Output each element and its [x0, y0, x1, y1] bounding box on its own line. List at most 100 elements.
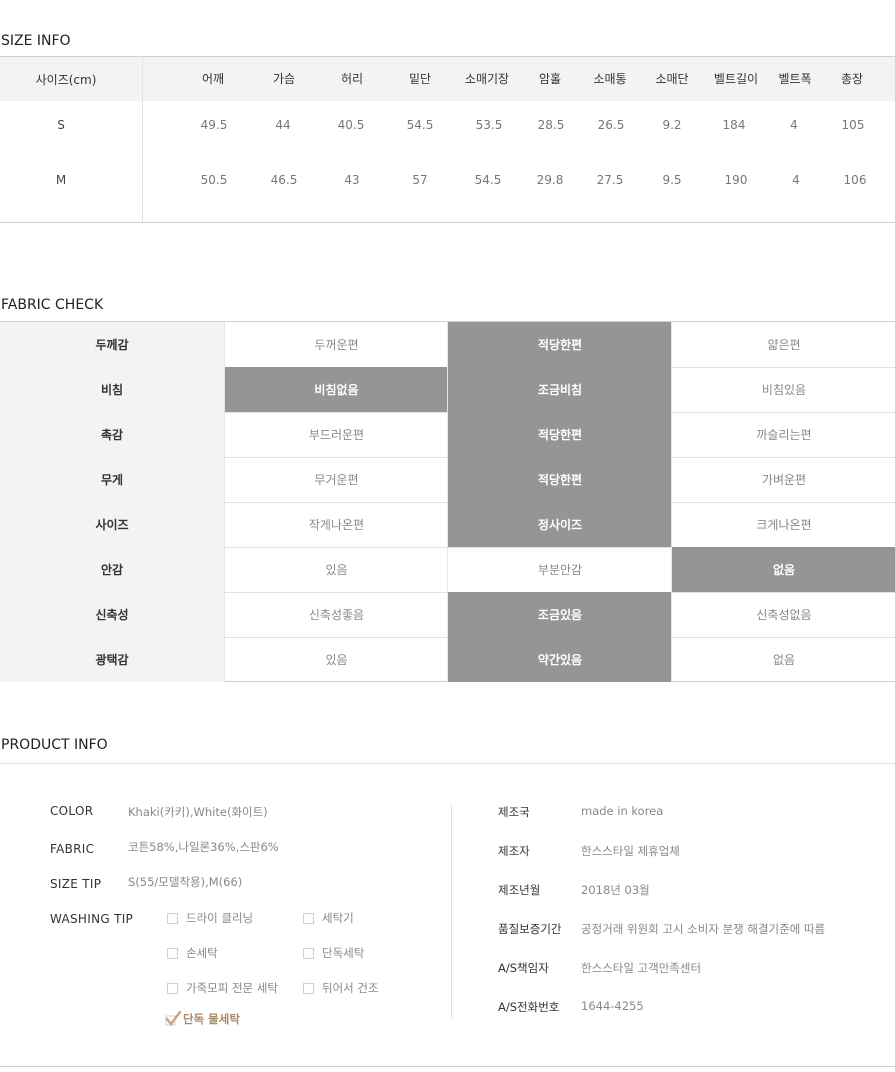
fabric-option: 크게나온편: [671, 502, 895, 547]
fabric-option: 부분안감: [447, 547, 672, 592]
fabric-option-selected: 적당한편: [447, 322, 672, 367]
fabric-option-selected: 조금비침: [447, 367, 672, 412]
size-value: 50.5: [200, 173, 228, 187]
info-label: 제조년월: [498, 883, 541, 897]
size-value: 190: [724, 173, 748, 187]
size-value: 4: [792, 173, 800, 187]
checkbox-icon: [167, 982, 178, 994]
fabric-row-label: 비침: [0, 367, 224, 412]
washing-option: 세탁기: [303, 910, 354, 926]
info-label: A/S전화번호: [498, 1000, 560, 1014]
fabric-option: 두꺼운편: [224, 322, 448, 367]
product-info-panel: COLOR Khaki(카키),White(화이트) FABRIC 코튼58%,…: [0, 763, 895, 1067]
fabric-option-selected: 적당한편: [447, 412, 672, 457]
info-value: 공정거래 위원회 고시 소비자 분쟁 해결기준에 따름: [581, 922, 826, 936]
size-col-header: 총장: [840, 72, 864, 86]
size-value: 106: [843, 173, 867, 187]
fabric-row-label: 안감: [0, 547, 224, 592]
size-tip-value: S(55/모델착용),M(66): [128, 875, 243, 889]
washing-option: 가죽모피 전문 세탁: [167, 980, 278, 996]
product-info-title: PRODUCT INFO: [1, 737, 108, 753]
fabric-row-label: 사이즈: [0, 502, 224, 547]
fabric-option: 비침있음: [671, 367, 895, 412]
checkbox-icon: [167, 912, 178, 924]
checkbox-icon: [303, 947, 314, 959]
color-value: Khaki(카키),White(화이트): [128, 805, 268, 819]
checkbox-icon: [167, 947, 178, 959]
fabric-option: 작게나온편: [224, 502, 448, 547]
size-col-header: 벨트길이: [713, 72, 759, 86]
fabric-row: 비침 비침없음 조금비침 비침있음: [0, 367, 895, 413]
checkbox-icon: [303, 912, 314, 924]
washing-option-label: 단독세탁: [322, 946, 365, 960]
washing-option-label: 손세탁: [186, 946, 218, 960]
fabric-option: 신축성없음: [671, 592, 895, 637]
info-label: A/S책임자: [498, 961, 549, 975]
size-value: 9.5: [662, 173, 682, 187]
fabric-row-label: 촉감: [0, 412, 224, 457]
info-value: made in korea: [581, 804, 664, 818]
fabric-row: 광택감 있음 약간있음 없음: [0, 637, 895, 682]
size-col-header: 암홀: [538, 72, 562, 86]
size-table-divider: [142, 101, 143, 222]
size-value: 49.5: [200, 118, 228, 132]
size-value: 27.5: [596, 173, 624, 187]
size-row-label: S: [57, 118, 65, 132]
info-value: 한스스타일 제휴업체: [581, 844, 680, 858]
info-value: 한스스타일 고객만족센터: [581, 961, 702, 975]
fabric-label: FABRIC: [50, 842, 95, 856]
size-value: 43: [344, 173, 360, 187]
fabric-option: 까슬리는편: [671, 412, 895, 457]
info-label: 품질보증기간: [498, 922, 562, 936]
color-label: COLOR: [50, 804, 94, 818]
washing-option: 손세탁: [167, 945, 218, 961]
fabric-row: 무게 무거운편 적당한편 가벼운편: [0, 457, 895, 503]
size-info-table: 사이즈(cm) 어깨 가슴 허리 밑단 소매기장 암홀 소매통 소매단 벨트길이…: [0, 56, 895, 223]
fabric-row-label: 신축성: [0, 592, 224, 637]
size-value: 57: [412, 173, 428, 187]
fabric-row: 안감 있음 부분안감 없음: [0, 547, 895, 593]
washing-option-label: 드라이 클리닝: [186, 911, 254, 925]
washing-option-label: 가죽모피 전문 세탁: [186, 981, 278, 995]
fabric-option-selected: 약간있음: [447, 637, 672, 682]
size-value: 44: [275, 118, 291, 132]
fabric-option: 있음: [224, 637, 448, 682]
size-value: 53.5: [475, 118, 503, 132]
size-col-header: 밑단: [408, 72, 432, 86]
size-value: 28.5: [537, 118, 565, 132]
fabric-option: 부드러운편: [224, 412, 448, 457]
size-value: 105: [841, 118, 865, 132]
size-info-title: SIZE INFO: [1, 33, 71, 49]
size-col-header: 소매통: [593, 72, 627, 86]
washing-tip-label: WASHING TIP: [50, 912, 134, 926]
info-label: 제조국: [498, 805, 530, 819]
size-value: 9.2: [662, 118, 682, 132]
size-value: 46.5: [270, 173, 298, 187]
size-header-label: 사이즈(cm): [35, 73, 97, 87]
size-tip-label: SIZE TIP: [50, 877, 102, 891]
fabric-option: 가벼운편: [671, 457, 895, 502]
fabric-option: 있음: [224, 547, 448, 592]
size-col-header: 어깨: [201, 72, 225, 86]
fabric-option-selected: 비침없음: [224, 367, 448, 412]
size-col-header: 벨트폭: [778, 72, 812, 86]
info-value: 2018년 03월: [581, 883, 650, 897]
fabric-row-label: 광택감: [0, 637, 224, 682]
info-label: 제조자: [498, 844, 530, 858]
size-value: 4: [790, 118, 798, 132]
product-info-divider: [451, 804, 452, 1018]
fabric-option-selected: 적당한편: [447, 457, 672, 502]
size-value: 40.5: [337, 118, 365, 132]
fabric-row-label: 두께감: [0, 322, 224, 367]
fabric-option: 신축성좋음: [224, 592, 448, 637]
fabric-option: 얇은편: [671, 322, 895, 367]
washing-option-label: 뒤어서 건조: [322, 981, 379, 995]
fabric-option: 없음: [671, 637, 895, 682]
checkmark-icon: [165, 1010, 182, 1027]
size-value: 26.5: [597, 118, 625, 132]
checkbox-icon: [303, 982, 314, 994]
fabric-row: 신축성 신축성좋음 조금있음 신축성없음: [0, 592, 895, 638]
fabric-option-selected: 정사이즈: [447, 502, 672, 547]
fabric-check-title: FABRIC CHECK: [1, 297, 104, 313]
size-value: 54.5: [474, 173, 502, 187]
